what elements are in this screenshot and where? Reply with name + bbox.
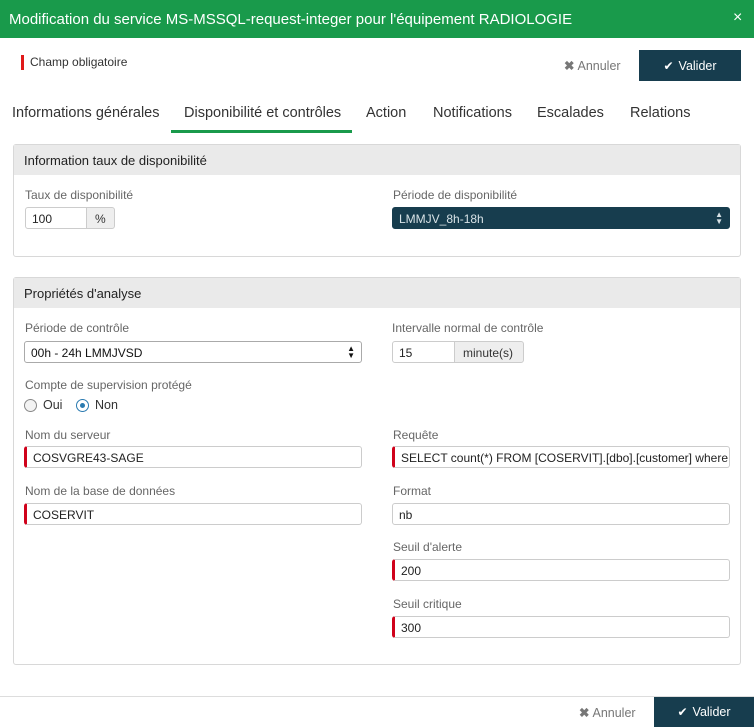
- radio-oui-circle[interactable]: [24, 398, 37, 412]
- validate-label: Valider: [678, 58, 717, 73]
- availability-period-value: LMMJV_8h-18h: [399, 212, 484, 226]
- tab-relations[interactable]: Relations: [630, 95, 690, 133]
- availability-rate-input[interactable]: 100: [25, 207, 87, 229]
- validate-button-bottom[interactable]: ✔ Valider: [654, 697, 754, 727]
- radio-non-label: Non: [95, 398, 118, 412]
- select-arrows-icon: ▲ ▼: [715, 210, 723, 226]
- dialog-title: Modification du service MS-MSSQL-request…: [9, 11, 573, 28]
- availability-rate-label: Taux de disponibilité: [25, 188, 134, 202]
- database-name-input[interactable]: COSERVIT: [24, 503, 362, 525]
- radio-non-circle[interactable]: [76, 398, 89, 412]
- database-name-label: Nom de la base de données: [25, 484, 176, 498]
- format-input[interactable]: nb: [392, 503, 730, 525]
- check-period-value: 00h - 24h LMMJVSD: [31, 346, 143, 360]
- warning-threshold-input[interactable]: 200: [392, 559, 730, 581]
- close-icon[interactable]: ×: [733, 9, 742, 27]
- tab-action[interactable]: Action: [366, 95, 406, 133]
- cancel-label: Annuler: [577, 59, 621, 73]
- cancel-label: Annuler: [592, 706, 636, 720]
- validate-label: Valider: [692, 705, 731, 719]
- radio-oui[interactable]: Oui: [24, 398, 62, 412]
- analysis-panel-header: Propriétés d'analyse: [14, 278, 740, 308]
- tab-notifications[interactable]: Notifications: [433, 95, 512, 133]
- critical-threshold-label: Seuil critique: [393, 597, 462, 611]
- analysis-panel: Propriétés d'analyse: [13, 277, 741, 665]
- check-icon: ✔: [677, 705, 688, 719]
- check-period-label: Période de contrôle: [25, 321, 130, 335]
- server-name-label: Nom du serveur: [25, 428, 111, 442]
- radio-non[interactable]: Non: [76, 398, 118, 412]
- tab-escalades[interactable]: Escalades: [537, 95, 604, 133]
- format-label: Format: [393, 484, 432, 498]
- dialog-footer: [0, 696, 754, 727]
- check-interval-label: Intervalle normal de contrôle: [392, 321, 544, 335]
- server-name-input[interactable]: COSVGRE43-SAGE: [24, 446, 362, 468]
- protected-account-label: Compte de supervision protégé: [25, 378, 192, 392]
- availability-period-label: Période de disponibilité: [393, 188, 518, 202]
- dialog-titlebar: Modification du service MS-MSSQL-request…: [0, 0, 754, 38]
- availability-panel-header: Information taux de disponibilité: [14, 145, 740, 175]
- tab-disponibilite-controles[interactable]: Disponibilité et contrôles: [171, 95, 352, 133]
- minutes-addon: minute(s): [454, 341, 524, 363]
- validate-button-top[interactable]: ✔ Valider: [639, 50, 741, 81]
- select-arrows-icon: ▲ ▼: [347, 344, 355, 360]
- availability-period-select[interactable]: LMMJV_8h-18h ▲ ▼: [392, 207, 730, 229]
- query-label: Requête: [393, 428, 439, 442]
- check-interval-input[interactable]: 15: [392, 341, 455, 363]
- close-icon: ✖: [579, 706, 590, 720]
- tab-informations-generales[interactable]: Informations générales: [12, 95, 160, 133]
- radio-oui-label: Oui: [43, 398, 63, 412]
- cancel-button-bottom[interactable]: ✖ Annuler: [579, 705, 636, 720]
- query-input[interactable]: SELECT count(*) FROM [COSERVIT].[dbo].[c…: [392, 446, 730, 468]
- cancel-button-top[interactable]: ✖ Annuler: [564, 58, 621, 73]
- critical-threshold-input[interactable]: 300: [392, 616, 730, 638]
- check-icon: ✔: [663, 58, 674, 73]
- close-icon: ✖: [564, 59, 575, 73]
- percent-addon: %: [86, 207, 115, 229]
- warning-threshold-label: Seuil d'alerte: [393, 540, 462, 554]
- tab-bar: Informations générales Disponibilité et …: [0, 95, 754, 133]
- required-field-note: Champ obligatoire: [21, 55, 127, 70]
- check-period-select[interactable]: 00h - 24h LMMJVSD ▲ ▼: [24, 341, 362, 363]
